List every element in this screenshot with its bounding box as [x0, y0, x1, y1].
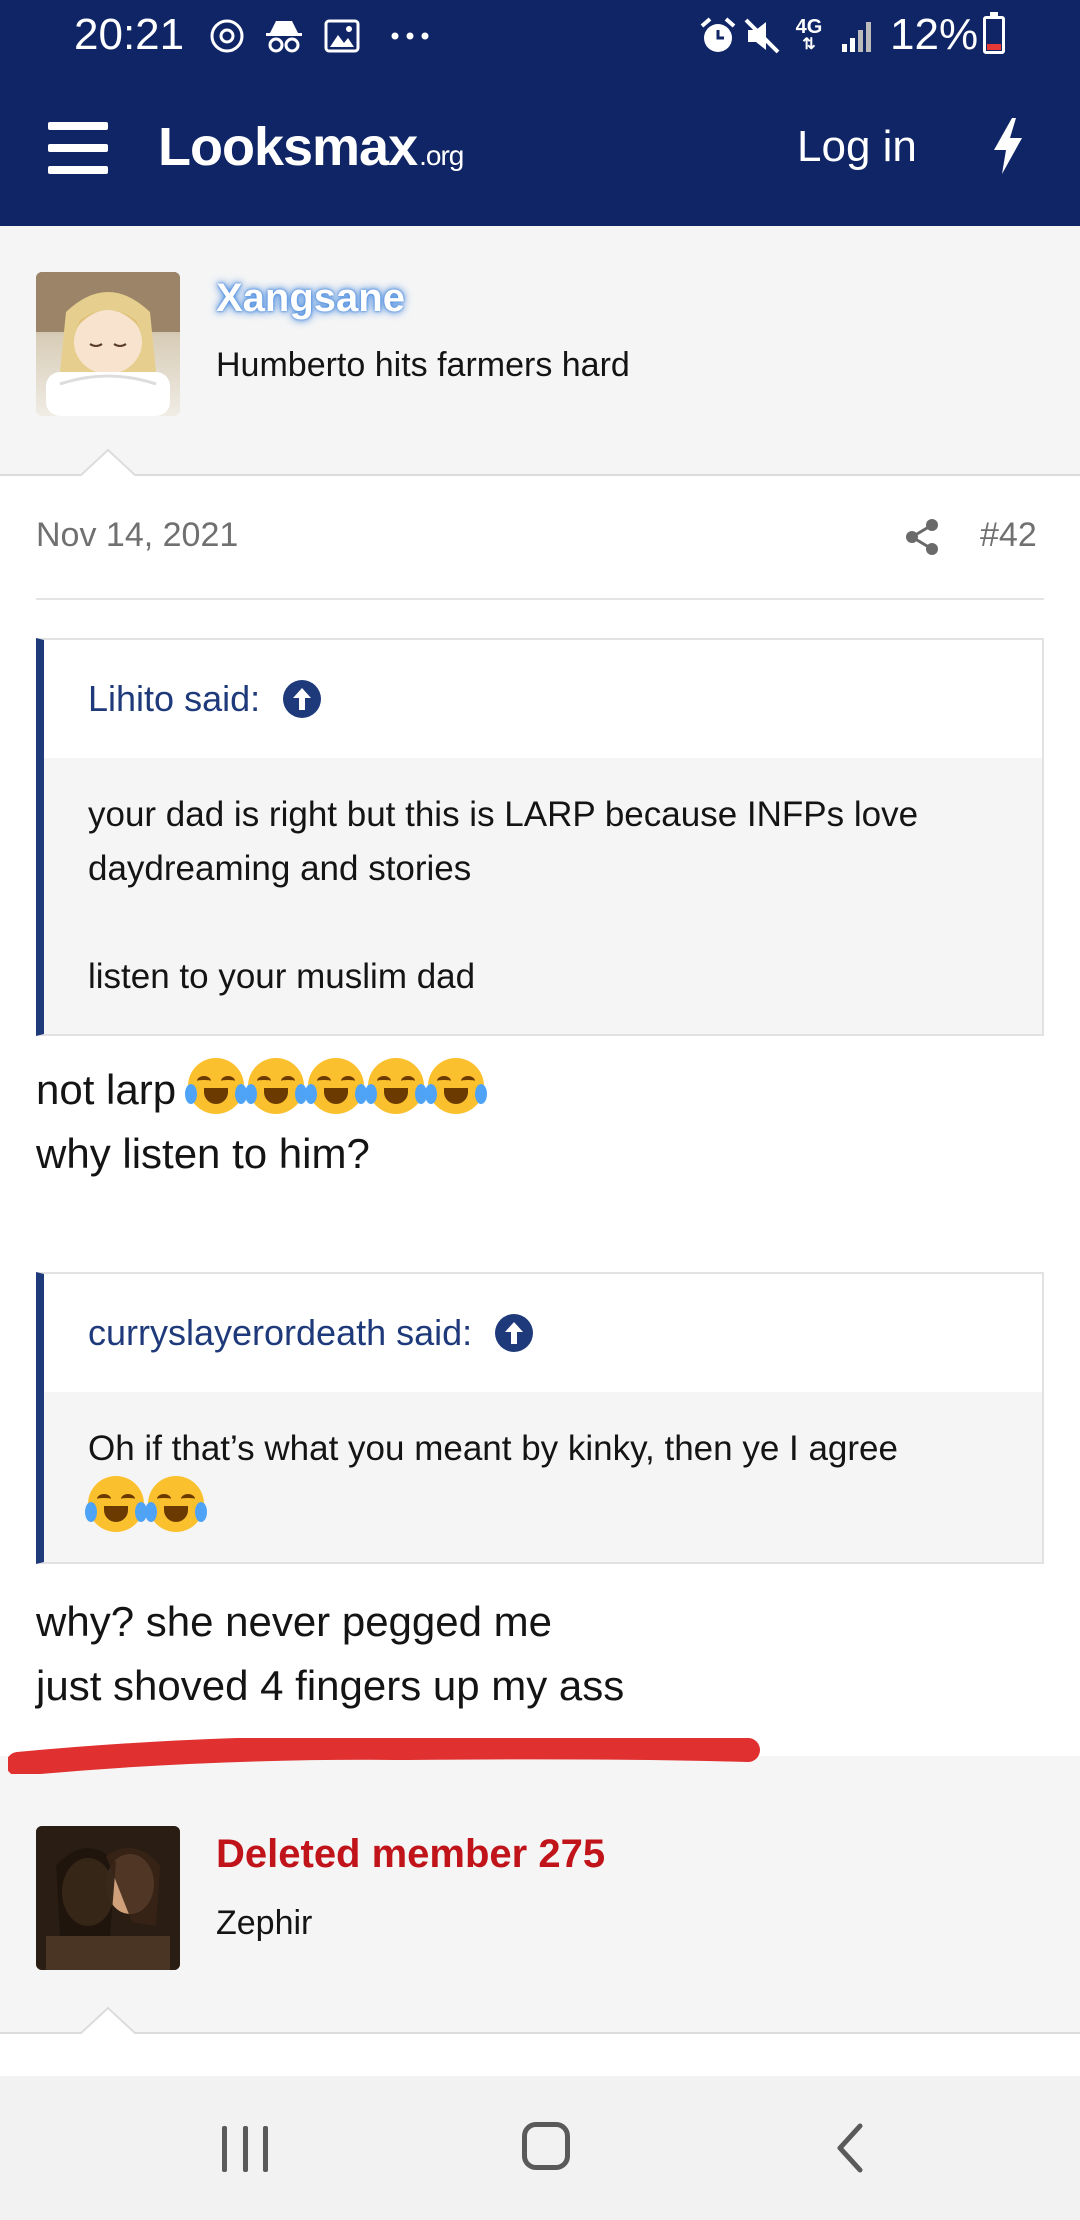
logo-suffix: .org: [419, 140, 464, 171]
site-logo[interactable]: Looksmax .org: [158, 116, 464, 178]
anime-avatar-image: [36, 272, 180, 416]
data-arrows-icon: ⇅: [802, 36, 816, 53]
post-number[interactable]: #42: [980, 516, 1037, 555]
network-type: 4G ⇅: [792, 14, 826, 58]
quote-block: Lihito said: your dad is right but this …: [36, 638, 1044, 1036]
quote-author: Lihito said:: [88, 678, 261, 719]
quote-emoji-line: [85, 1476, 998, 1538]
crying-laughing-emoji-icon: [424, 1058, 487, 1114]
crying-laughing-emoji-icon: [364, 1058, 427, 1114]
battery-icon: [983, 12, 1005, 54]
quote-body: Oh if that’s what you meant by kinky, th…: [44, 1392, 1042, 1572]
reply-line: just shoved 4 fingers up my ass: [36, 1662, 625, 1709]
avatar[interactable]: [36, 1826, 180, 1970]
crying-laughing-emoji-icon: [244, 1058, 307, 1114]
crying-laughing-emoji-icon: [304, 1058, 367, 1114]
next-post-author-title: Zephir: [216, 1904, 313, 1942]
menu-icon[interactable]: [48, 122, 108, 174]
post-pointer-triangle: [80, 448, 136, 476]
crying-laughing-emoji-icon: [184, 1058, 247, 1114]
status-time: 20:21: [74, 10, 185, 59]
quote-author-link[interactable]: Lihito said:: [88, 678, 322, 720]
mute-icon: [742, 14, 782, 58]
next-post-author-block: Deleted member 275 Zephir: [0, 1788, 1080, 2034]
quote-spacer: [88, 896, 998, 950]
next-post-author-name[interactable]: Deleted member 275: [216, 1832, 605, 1877]
post-divider: [36, 598, 1044, 600]
system-nav-bar: [0, 2076, 1080, 2220]
quote-header: curryslayerordeath said:: [44, 1274, 1042, 1392]
share-icon[interactable]: [904, 518, 940, 556]
quote-author: curryslayerordeath said:: [88, 1312, 473, 1353]
incognito-icon: [262, 14, 306, 58]
more-dots-icon: [390, 14, 430, 58]
painting-avatar-image: [36, 1826, 180, 1970]
quote-block: curryslayerordeath said: Oh if that’s wh…: [36, 1272, 1044, 1564]
battery-percent: 12%: [890, 10, 979, 59]
reply-line: why? she never pegged me: [36, 1598, 552, 1645]
reply-line: why listen to him?: [36, 1130, 370, 1177]
home-icon[interactable]: [522, 2122, 570, 2170]
signal-icon: [838, 14, 878, 58]
post-date[interactable]: Nov 14, 2021: [36, 516, 238, 555]
alarm-icon: [698, 14, 738, 58]
site-header: Looksmax .org Log in: [0, 72, 1080, 226]
logo-text: Looksmax: [158, 117, 418, 177]
quote-author-link[interactable]: curryslayerordeath said:: [88, 1312, 534, 1354]
recent-apps-icon[interactable]: [222, 2126, 268, 2172]
post-pointer-triangle: [80, 2006, 136, 2034]
post-body: Nov 14, 2021 #42 Lihito said: your dad i…: [0, 476, 1080, 1756]
quote-header: Lihito said:: [44, 640, 1042, 758]
battery-level: [987, 44, 1001, 50]
reply-line: not larp: [36, 1058, 488, 1122]
crying-laughing-emoji-icon: [145, 1476, 207, 1532]
post-author-name[interactable]: Xangsane: [216, 276, 405, 321]
quote-body: your dad is right but this is LARP becau…: [44, 758, 1042, 1038]
post-author-title: Humberto hits farmers hard: [216, 346, 630, 384]
reply-text: not larp why listen to him?: [36, 1058, 488, 1186]
app-header-bar: 20:21 4G ⇅ 12% Looksmax .org Log in: [0, 0, 1080, 226]
image-icon: [320, 14, 364, 58]
reply-text: why? she never pegged me just shoved 4 f…: [36, 1590, 624, 1718]
status-bar: 20:21 4G ⇅ 12%: [0, 0, 1080, 72]
quote-line: Oh if that’s what you meant by kinky, th…: [88, 1429, 898, 1468]
red-marker-underline: [8, 1738, 760, 1774]
quote-line: listen to your muslim dad: [88, 957, 476, 996]
next-post-body-edge: [0, 2034, 1080, 2076]
avatar[interactable]: [36, 272, 180, 416]
crying-laughing-emoji-icon: [85, 1476, 147, 1532]
login-link[interactable]: Log in: [797, 122, 917, 172]
sync-icon: [205, 14, 249, 58]
lightning-icon[interactable]: [988, 116, 1028, 176]
back-icon[interactable]: [832, 2122, 868, 2174]
arrow-up-icon[interactable]: [494, 1313, 534, 1353]
reply-line-text: not larp: [36, 1066, 177, 1113]
arrow-up-icon[interactable]: [282, 679, 322, 719]
post-author-block: Xangsane Humberto hits farmers hard: [0, 226, 1080, 476]
quote-line: your dad is right but this is LARP becau…: [88, 795, 919, 888]
network-label: 4G: [795, 16, 823, 38]
